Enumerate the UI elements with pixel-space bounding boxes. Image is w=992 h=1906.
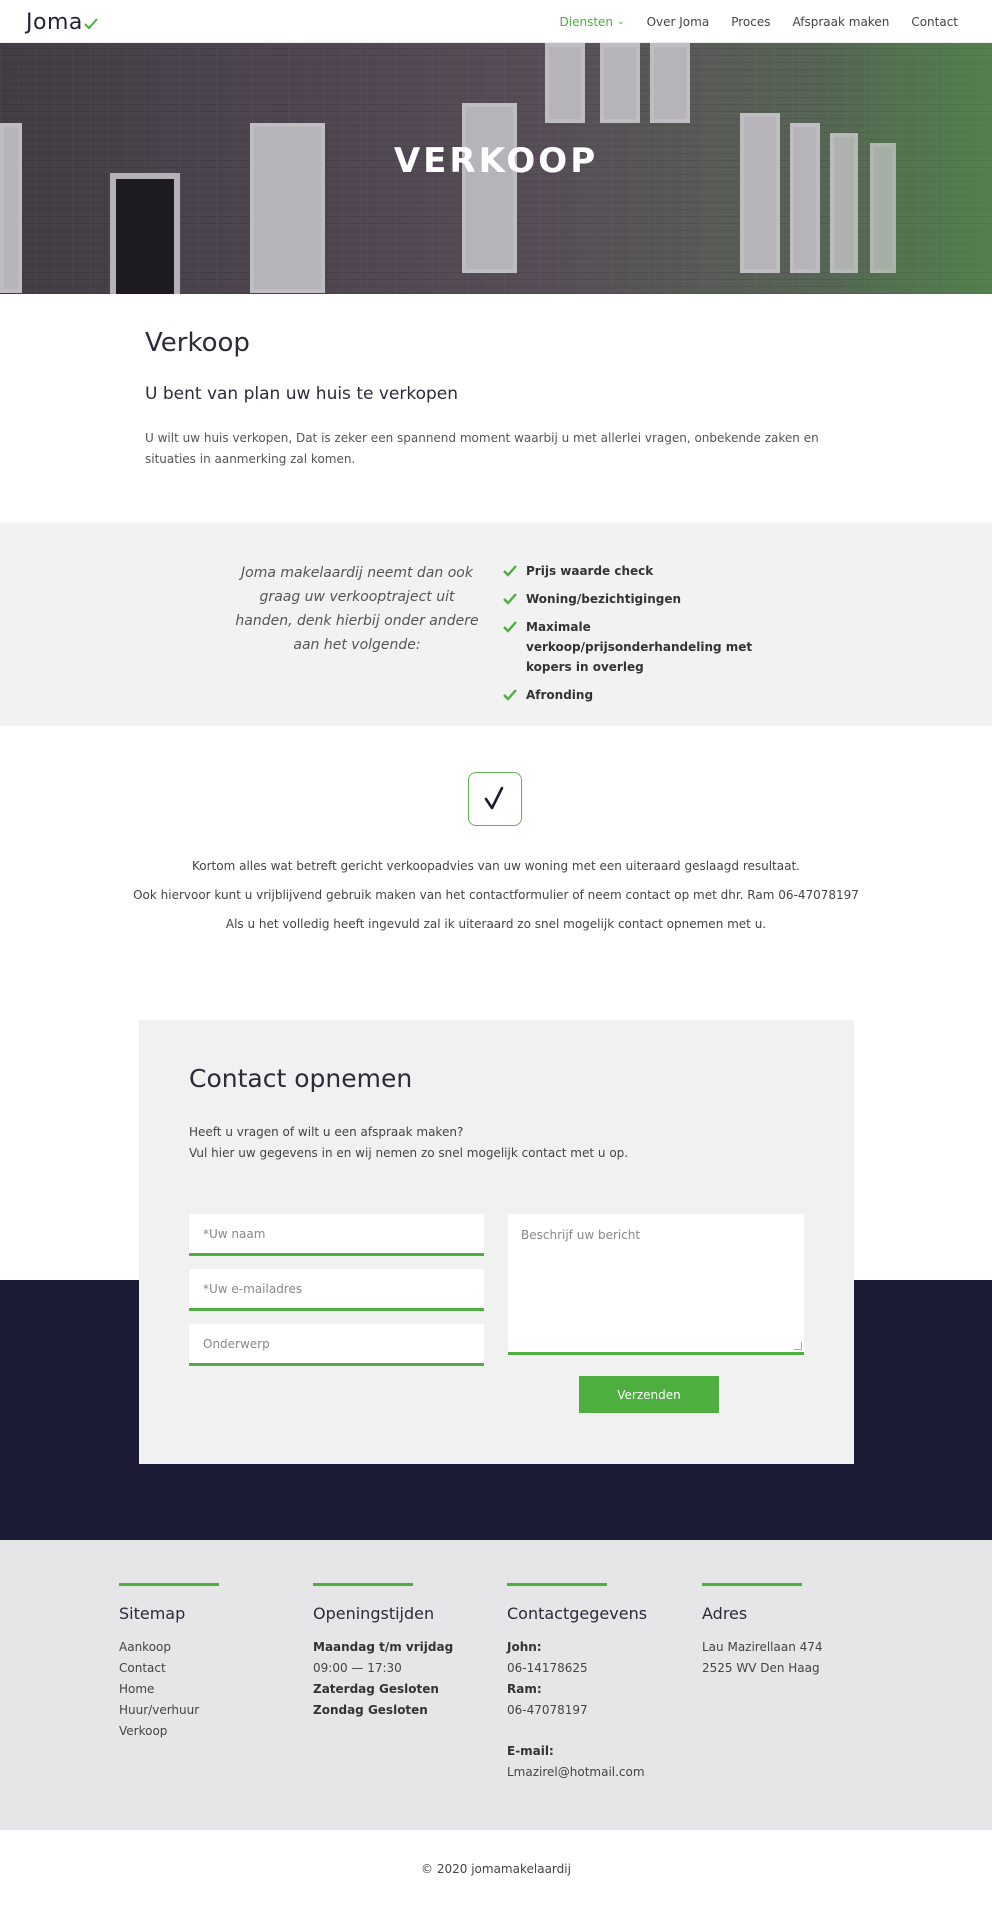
info-line: Ook hiervoor kunt u vrijblijvend gebruik… bbox=[133, 888, 859, 902]
contact-lead-line: Heeft u vragen of wilt u een afspraak ma… bbox=[189, 1125, 464, 1139]
footer-heading: Openingstijden bbox=[313, 1604, 435, 1623]
subject-input[interactable]: Onderwerp bbox=[189, 1324, 484, 1366]
check-icon bbox=[503, 689, 517, 701]
contact-john-phone[interactable]: 06-14178625 bbox=[507, 1658, 697, 1679]
chevron-down-icon: ⌄ bbox=[617, 16, 625, 27]
footer-accent-bar bbox=[119, 1583, 219, 1586]
address-city: 2525 WV Den Haag bbox=[702, 1661, 820, 1675]
contact-email-label: E-mail: bbox=[507, 1744, 554, 1758]
page-subtitle: U bent van plan uw huis te verkopen bbox=[145, 384, 459, 404]
check-icon bbox=[503, 565, 517, 577]
footer-link-verkoop[interactable]: Verkoop bbox=[119, 1721, 309, 1742]
nav-item-contact[interactable]: Contact bbox=[911, 15, 958, 29]
footer-sitemap: Sitemap Aankoop Contact Home Huur/verhuu… bbox=[119, 1583, 309, 1742]
info-section: Kortom alles wat betreft gericht verkoop… bbox=[0, 856, 992, 943]
check-icon bbox=[484, 786, 504, 810]
hours-saturday: Zaterdag Gesloten bbox=[313, 1682, 439, 1696]
footer-contact: Contactgegevens John: 06-14178625 Ram: 0… bbox=[507, 1583, 697, 1783]
footer-link-contact[interactable]: Contact bbox=[119, 1658, 309, 1679]
hours-sunday: Zondag Gesloten bbox=[313, 1703, 428, 1717]
footer-accent-bar bbox=[702, 1583, 802, 1586]
intro-text: U wilt uw huis verkopen, Dat is zeker ee… bbox=[145, 431, 819, 466]
nav-item-diensten[interactable]: Diensten ⌄ bbox=[560, 15, 625, 29]
nav-label: Contact bbox=[911, 14, 958, 29]
nav-item-afspraak-maken[interactable]: Afspraak maken bbox=[792, 15, 889, 29]
logo[interactable]: Joma bbox=[26, 7, 98, 35]
footer-link-aankoop[interactable]: Aankoop bbox=[119, 1637, 309, 1658]
site-header: Joma Diensten ⌄ Over Joma Proces Afspraa… bbox=[0, 0, 992, 43]
footer-hours: Openingstijden Maandag t/m vrijdag 09:00… bbox=[313, 1583, 503, 1721]
footer-link-huur-verhuur[interactable]: Huur/verhuur bbox=[119, 1700, 309, 1721]
intro-section: Verkoop U bent van plan uw huis te verko… bbox=[145, 328, 855, 470]
checkmark-badge bbox=[468, 772, 522, 826]
info-line: Als u het volledig heeft ingevuld zal ik… bbox=[225, 917, 767, 931]
contact-lead-line: Vul hier uw gegevens in en wij nemen zo … bbox=[189, 1146, 629, 1160]
check-icon bbox=[503, 593, 517, 605]
email-input[interactable]: *Uw e-mailadres bbox=[189, 1269, 484, 1311]
nav-label: Afspraak maken bbox=[792, 14, 890, 29]
copyright: © 2020 jomamakelaardij bbox=[0, 1830, 992, 1906]
name-input[interactable]: *Uw naam bbox=[189, 1214, 484, 1256]
contact-ram-label: Ram: bbox=[507, 1682, 542, 1696]
hero-banner: VERKOOP bbox=[0, 43, 992, 294]
footer-accent-bar bbox=[313, 1583, 413, 1586]
footer-heading: Adres bbox=[702, 1604, 748, 1623]
list-item: Maximale verkoop/prijsonderhandeling met… bbox=[502, 617, 762, 677]
hero-title: VERKOOP bbox=[393, 141, 599, 181]
logo-text: Joma bbox=[26, 10, 83, 35]
nav-item-over-joma[interactable]: Over Joma bbox=[647, 15, 710, 29]
list-item-label: Prijs waarde check bbox=[526, 564, 654, 578]
list-item: Prijs waarde check bbox=[502, 561, 762, 581]
info-line: Kortom alles wat betreft gericht verkoop… bbox=[192, 859, 800, 873]
list-item-label: Afronding bbox=[526, 688, 594, 702]
resize-handle[interactable] bbox=[794, 1342, 802, 1350]
hours-weekday-label: Maandag t/m vrijdag bbox=[313, 1640, 454, 1654]
services-band: Joma makelaardij neemt dan ook graag uw … bbox=[0, 523, 992, 726]
message-placeholder: Beschrijf uw bericht bbox=[521, 1228, 641, 1242]
list-item: Woning/bezichtigingen bbox=[502, 589, 762, 609]
message-textarea[interactable]: Beschrijf uw bericht bbox=[508, 1214, 804, 1355]
footer-accent-bar bbox=[507, 1583, 607, 1586]
contact-email-link[interactable]: Lmazirel@hotmail.com bbox=[507, 1762, 697, 1783]
footer-link-home[interactable]: Home bbox=[119, 1679, 309, 1700]
submit-button[interactable]: Verzenden bbox=[579, 1376, 719, 1413]
footer-address: Adres Lau Mazirellaan 474 2525 WV Den Ha… bbox=[702, 1583, 892, 1679]
checkmark-logo-icon bbox=[84, 18, 98, 30]
nav-label: Proces bbox=[731, 14, 771, 29]
nav-label: Over Joma bbox=[646, 14, 710, 29]
nav-label: Diensten bbox=[559, 14, 614, 29]
footer-heading: Contactgegevens bbox=[507, 1604, 648, 1623]
list-item-label: Maximale verkoop/prijsonderhandeling met… bbox=[526, 620, 753, 674]
footer-heading: Sitemap bbox=[119, 1604, 186, 1623]
address-street: Lau Mazirellaan 474 bbox=[702, 1640, 823, 1654]
check-icon bbox=[503, 621, 517, 633]
contact-form-card: Contact opnemen Heeft u vragen of wilt u… bbox=[139, 1020, 854, 1464]
band-quote: Joma makelaardij neemt dan ook graag uw … bbox=[235, 565, 479, 653]
hours-weekday-time: 09:00 — 17:30 bbox=[313, 1661, 402, 1675]
site-footer: Sitemap Aankoop Contact Home Huur/verhuu… bbox=[0, 1540, 992, 1830]
list-item-label: Woning/bezichtigingen bbox=[526, 592, 682, 606]
page-title: Verkoop bbox=[145, 328, 250, 358]
nav-item-proces[interactable]: Proces bbox=[731, 15, 770, 29]
contact-lead: Heeft u vragen of wilt u een afspraak ma… bbox=[189, 1122, 789, 1164]
contact-title: Contact opnemen bbox=[189, 1064, 413, 1093]
main-nav: Diensten ⌄ Over Joma Proces Afspraak mak… bbox=[538, 0, 958, 43]
contact-john-label: John: bbox=[507, 1640, 542, 1654]
services-list: Prijs waarde check Woning/bezichtigingen… bbox=[502, 561, 762, 713]
contact-ram-phone[interactable]: 06-47078197 bbox=[507, 1700, 697, 1721]
list-item: Afronding bbox=[502, 685, 762, 705]
